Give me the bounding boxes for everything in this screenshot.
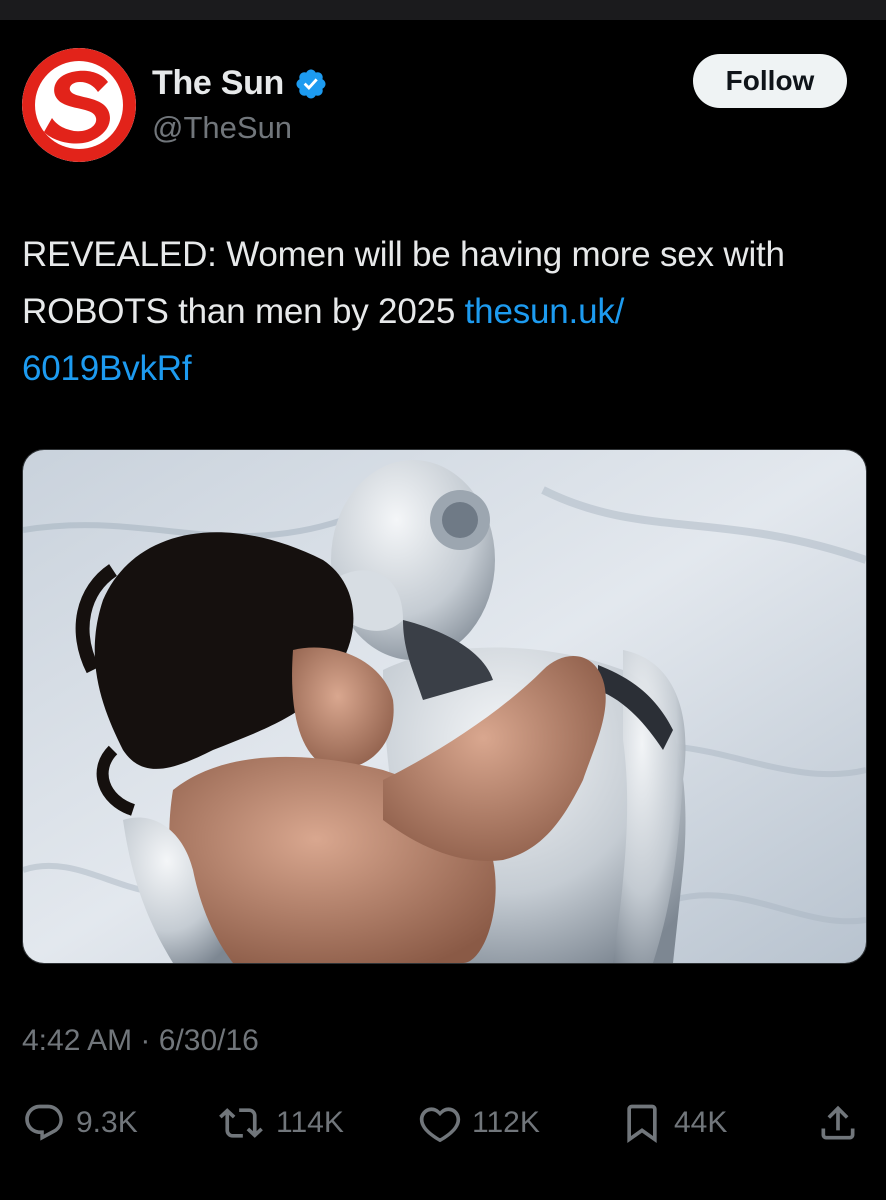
account-handle[interactable]: @TheSun — [152, 110, 292, 146]
tweet-link-part1: thesun.uk/ — [464, 292, 625, 331]
reply-count: 9.3K — [76, 1106, 138, 1139]
top-strip — [0, 0, 886, 20]
bookmark-button[interactable]: 44K — [620, 1100, 727, 1146]
heart-icon — [419, 1107, 461, 1143]
avatar[interactable] — [22, 48, 136, 162]
tweet-time: 4:42 AM — [22, 1024, 133, 1057]
tweet-timestamp[interactable]: 4:42 AM · 6/30/16 — [22, 1024, 259, 1058]
share-icon — [821, 1105, 855, 1140]
tweet-card: The Sun @TheSun Follow REVEALED: Women w… — [0, 20, 886, 1200]
like-button[interactable]: 112K — [418, 1100, 540, 1146]
retweet-icon — [219, 1108, 263, 1138]
follow-button[interactable]: Follow — [693, 54, 847, 108]
tweet-link-part2: 6019BvkRf — [22, 349, 192, 388]
retweet-count: 114K — [276, 1106, 344, 1139]
robot-embrace-photo — [23, 450, 866, 963]
retweet-button[interactable]: 114K — [216, 1100, 344, 1146]
tweet-date: 6/30/16 — [158, 1024, 259, 1057]
tweet-body: REVEALED: Women will be having more sex … — [22, 235, 785, 331]
action-bar: 9.3K 114K 112K 44K — [0, 1078, 886, 1168]
meta-separator: · — [140, 1024, 151, 1057]
like-count: 112K — [472, 1106, 540, 1139]
reply-icon — [25, 1104, 63, 1141]
tweet-text: REVEALED: Women will be having more sex … — [22, 226, 872, 397]
bookmark-count: 44K — [674, 1106, 728, 1139]
share-button[interactable] — [816, 1100, 860, 1146]
reply-button[interactable]: 9.3K — [22, 1100, 138, 1146]
account-name[interactable]: The Sun — [152, 64, 284, 103]
the-sun-logo-icon — [22, 48, 136, 162]
verified-badge-icon — [296, 68, 326, 99]
tweet-image[interactable] — [22, 449, 867, 964]
bookmark-icon — [627, 1104, 657, 1144]
